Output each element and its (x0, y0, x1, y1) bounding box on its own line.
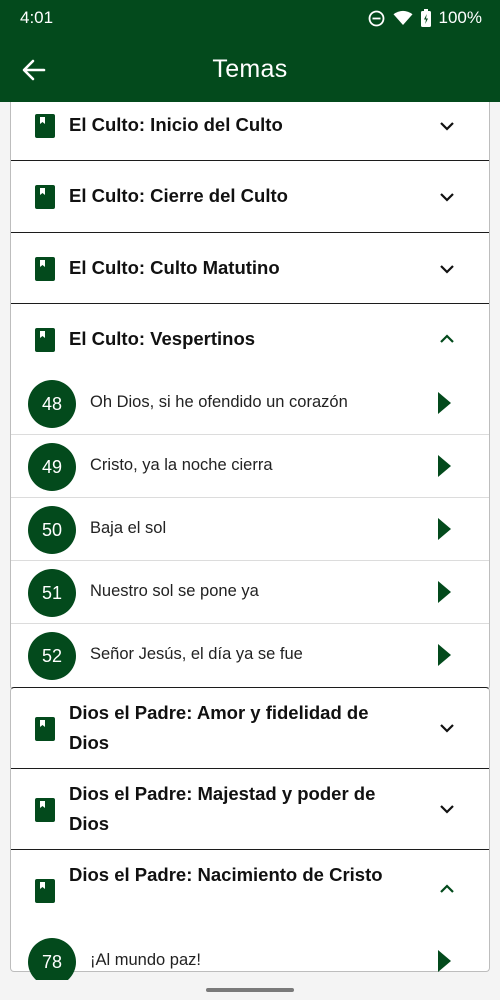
category-title: El Culto: Culto Matutino (69, 257, 280, 278)
song-row[interactable]: 52 Señor Jesús, el día ya se fue (11, 624, 489, 687)
book-icon (35, 257, 55, 281)
back-arrow-icon[interactable] (20, 56, 48, 84)
book-icon (35, 114, 55, 138)
song-number: 78 (28, 938, 76, 980)
battery-level: 100% (438, 8, 482, 27)
category-title: El Culto: Cierre del Culto (69, 185, 288, 206)
song-row[interactable]: 49 Cristo, ya la noche cierra (11, 435, 489, 498)
chevron-down-icon (440, 122, 454, 131)
song-row[interactable]: 48 Oh Dios, si he ofendido un corazón (11, 372, 489, 435)
category-title: Dios el Padre: Majestad y poder de Dios (69, 783, 376, 834)
category-title: El Culto: Inicio del Culto (69, 114, 283, 135)
topics-list[interactable]: El Culto: Inicio del Culto El Culto: Cie… (0, 102, 500, 980)
song-row[interactable]: 50 Baja el sol (11, 498, 489, 561)
category-card: El Culto: Inicio del Culto El Culto: Cie… (10, 102, 490, 690)
song-title: Señor Jesús, el día ya se fue (90, 645, 303, 663)
song-row[interactable]: 51 Nuestro sol se pone ya (11, 561, 489, 624)
category-header[interactable]: El Culto: Inicio del Culto (11, 102, 489, 161)
chevron-down-icon (440, 724, 454, 733)
song-row[interactable]: 78 ¡Al mundo paz! (11, 930, 489, 980)
wifi-icon (393, 10, 413, 25)
status-icons: 100% (368, 8, 482, 28)
book-icon (35, 879, 55, 903)
play-arrow-icon[interactable] (438, 518, 451, 540)
chevron-up-icon (440, 884, 454, 893)
category-title: El Culto: Vespertinos (69, 328, 256, 349)
song-number: 50 (28, 506, 76, 554)
song-number: 51 (28, 569, 76, 617)
song-number: 48 (28, 380, 76, 428)
song-title: Nuestro sol se pone ya (90, 582, 259, 600)
book-icon (35, 328, 55, 352)
status-time: 4:01 (20, 8, 54, 27)
book-icon (35, 798, 55, 822)
book-icon (35, 185, 55, 209)
category-header[interactable]: Dios el Padre: Majestad y poder de Dios (11, 769, 489, 850)
category-header[interactable]: El Culto: Culto Matutino (11, 233, 489, 304)
play-arrow-icon[interactable] (438, 950, 451, 972)
chevron-up-icon (440, 334, 454, 343)
gesture-nav-handle[interactable] (206, 988, 294, 992)
category-header[interactable]: Dios el Padre: Amor y fidelidad de Dios (11, 688, 489, 769)
chevron-down-icon (440, 193, 454, 202)
book-icon (35, 717, 55, 741)
chevron-down-icon (440, 265, 454, 274)
category-header[interactable]: El Culto: Cierre del Culto (11, 161, 489, 233)
song-number: 52 (28, 632, 76, 680)
play-arrow-icon[interactable] (438, 644, 451, 666)
song-title: Baja el sol (90, 519, 167, 537)
song-title: Oh Dios, si he ofendido un corazón (90, 393, 348, 411)
play-arrow-icon[interactable] (438, 581, 451, 603)
play-arrow-icon[interactable] (438, 455, 451, 477)
battery-icon (420, 9, 431, 27)
status-bar: 4:01 100% (0, 0, 500, 36)
page-title: Temas (212, 54, 288, 83)
category-title: Dios el Padre: Nacimiento de Cristo (69, 864, 383, 885)
category-title: Dios el Padre: Amor y fidelidad de Dios (69, 702, 369, 753)
category-card: Dios el Padre: Amor y fidelidad de Dios … (10, 687, 490, 980)
category-header-expanded[interactable]: El Culto: Vespertinos (11, 304, 489, 372)
chevron-down-icon (440, 805, 454, 814)
do-not-disturb-icon (368, 10, 384, 26)
song-title: ¡Al mundo paz! (90, 951, 201, 969)
song-title: Cristo, ya la noche cierra (90, 456, 273, 474)
category-header-expanded[interactable]: Dios el Padre: Nacimiento de Cristo (11, 850, 489, 930)
song-number: 49 (28, 443, 76, 491)
app-bar: Temas (0, 36, 500, 102)
play-arrow-icon[interactable] (438, 392, 451, 414)
